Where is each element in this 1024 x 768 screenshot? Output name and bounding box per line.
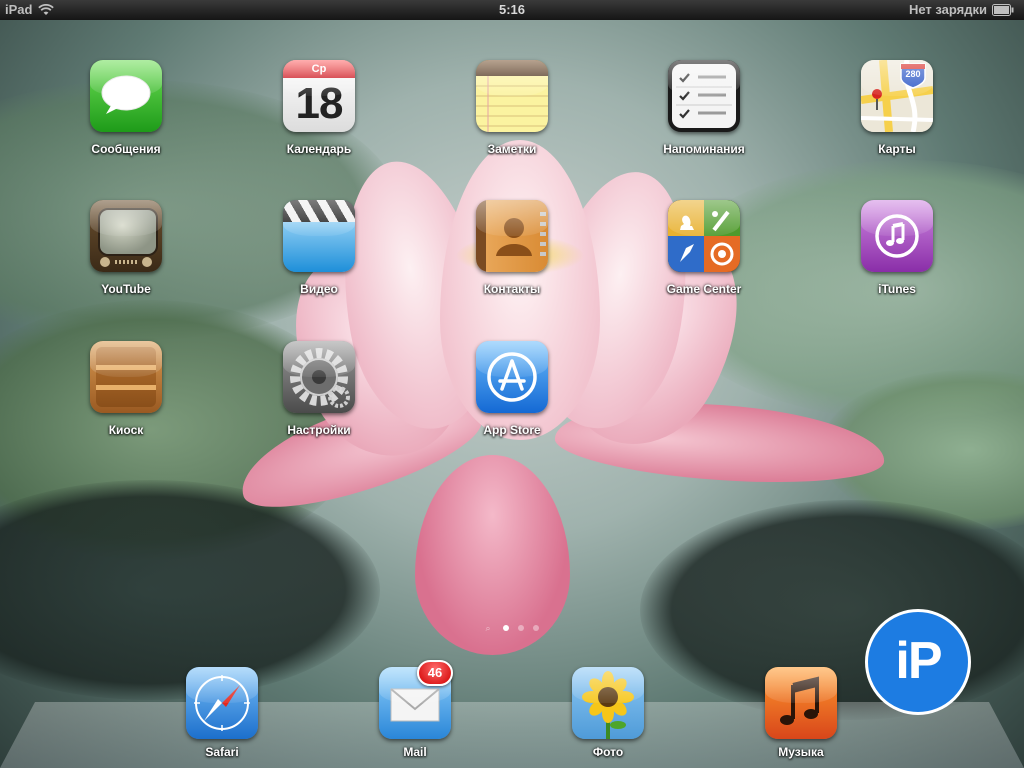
dock-app-music[interactable]: Музыка bbox=[741, 667, 861, 759]
newsstand-shelf-icon bbox=[90, 341, 162, 413]
game-center-icon bbox=[668, 200, 740, 272]
music-note-icon bbox=[765, 667, 837, 739]
app-label: Напоминания bbox=[663, 142, 745, 156]
app-messages[interactable]: Сообщения bbox=[66, 60, 186, 156]
maps-icon: 280 bbox=[861, 60, 933, 132]
app-label: Safari bbox=[205, 745, 239, 759]
safari-compass-icon bbox=[186, 667, 258, 739]
app-store-icon bbox=[476, 341, 548, 413]
calendar-icon: Ср 18 bbox=[283, 60, 355, 132]
calendar-day: 18 bbox=[295, 79, 344, 128]
calendar-weekday: Ср bbox=[283, 60, 355, 78]
app-videos[interactable]: Видео bbox=[259, 200, 379, 296]
app-app-store[interactable]: App Store bbox=[452, 341, 572, 437]
app-contacts[interactable]: Контакты bbox=[452, 200, 572, 296]
app-label: Game Center bbox=[666, 282, 742, 296]
youtube-tv-icon bbox=[90, 200, 162, 272]
notes-icon bbox=[476, 60, 548, 132]
iphones-watermark-logo: iP bbox=[865, 609, 971, 715]
app-notes[interactable]: Заметки bbox=[452, 60, 572, 156]
search-page-icon[interactable]: ⌕ bbox=[486, 624, 494, 633]
app-label: Киоск bbox=[108, 423, 144, 437]
itunes-icon bbox=[861, 200, 933, 272]
app-label: App Store bbox=[483, 423, 541, 437]
app-label: Карты bbox=[878, 142, 916, 156]
app-youtube[interactable]: YouTube bbox=[66, 200, 186, 296]
status-bar: iPad 5:16 Нет зарядки bbox=[0, 0, 1024, 20]
dock-app-safari[interactable]: Safari bbox=[162, 667, 282, 759]
app-calendar[interactable]: Ср 18 Календарь bbox=[259, 60, 379, 156]
app-label: Сообщения bbox=[91, 142, 161, 156]
app-newsstand[interactable]: Киоск bbox=[66, 341, 186, 437]
app-label: iTunes bbox=[878, 282, 916, 296]
dock bbox=[0, 702, 1024, 768]
dock-app-photos[interactable]: Фото bbox=[548, 667, 668, 759]
app-label: Заметки bbox=[487, 142, 537, 156]
battery-status-text: Нет зарядки bbox=[908, 2, 987, 17]
page-dot[interactable] bbox=[532, 625, 539, 631]
app-label: Mail bbox=[403, 745, 427, 759]
app-game-center[interactable]: Game Center bbox=[644, 200, 764, 296]
app-reminders[interactable]: Напоминания bbox=[644, 60, 764, 156]
reminders-icon bbox=[668, 60, 740, 132]
app-settings[interactable]: Настройки bbox=[259, 341, 379, 437]
app-label: Видео bbox=[300, 282, 338, 296]
settings-gear-icon bbox=[283, 341, 355, 413]
messages-icon bbox=[90, 60, 162, 132]
clapperboard-icon bbox=[283, 200, 355, 272]
app-label: Календарь bbox=[286, 142, 352, 156]
page-indicator[interactable]: ⌕ bbox=[0, 624, 1024, 633]
highway-sign-number: 280 bbox=[905, 69, 921, 79]
app-maps[interactable]: 280 Карты bbox=[837, 60, 957, 156]
clock: 5:16 bbox=[498, 2, 526, 17]
app-label: Музыка bbox=[778, 745, 824, 759]
unread-badge: 46 bbox=[417, 660, 453, 686]
dock-app-mail[interactable]: 46 Mail bbox=[355, 660, 475, 759]
battery-icon bbox=[992, 3, 1014, 16]
app-label: YouTube bbox=[101, 282, 151, 296]
app-label: Настройки bbox=[287, 423, 351, 437]
page-dot[interactable] bbox=[502, 625, 509, 631]
app-label: Фото bbox=[592, 745, 624, 759]
photos-sunflower-icon bbox=[572, 667, 644, 739]
app-itunes[interactable]: iTunes bbox=[837, 200, 957, 296]
contacts-icon bbox=[476, 200, 548, 272]
app-label: Контакты bbox=[483, 282, 541, 296]
page-dot[interactable] bbox=[517, 625, 524, 631]
